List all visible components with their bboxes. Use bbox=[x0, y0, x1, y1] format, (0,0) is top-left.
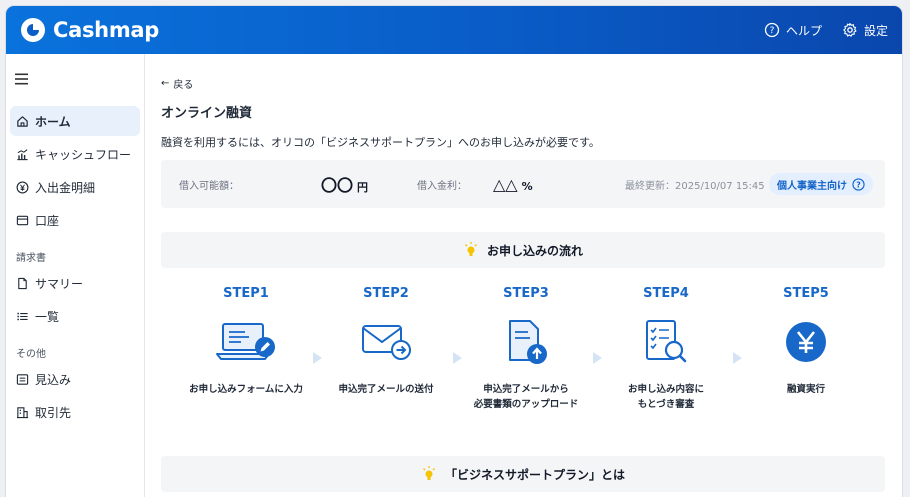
bulb-icon bbox=[423, 466, 435, 480]
bulb-icon bbox=[465, 242, 477, 256]
step-text: お申し込み内容に もとづき審査 bbox=[591, 382, 741, 412]
sidebar: ホーム キャッシュフロー 入出金明細 口座 請求書 サマリー 一覧 その他 見込… bbox=[6, 54, 145, 497]
header-actions: ? ヘルプ 設定 bbox=[764, 22, 888, 39]
home-icon bbox=[17, 115, 28, 127]
help-label: ヘルプ bbox=[785, 23, 822, 38]
limit-unit: 円 bbox=[357, 181, 369, 194]
cashmap-logo-icon bbox=[21, 18, 45, 42]
mail-send-icon bbox=[362, 325, 411, 360]
business-type-badge[interactable]: 個人事業主向け ? bbox=[769, 173, 873, 195]
sidebar-item-label: 一覧 bbox=[35, 309, 60, 324]
sidebar-item-partners[interactable]: 取引先 bbox=[10, 397, 140, 427]
rate-label: 借入金利： bbox=[417, 180, 467, 192]
main-content: ← 戻る オンライン融資 融資を利用するには、オリコの「ビジネスサポートプラン」… bbox=[146, 54, 902, 497]
sidebar-item-label: 口座 bbox=[35, 213, 60, 228]
sidebar-item-label: 見込み bbox=[35, 372, 72, 387]
step-text: お申し込みフォームに入力 bbox=[189, 384, 303, 395]
rate-value: △△ bbox=[493, 174, 518, 194]
document-upload-icon bbox=[509, 320, 547, 364]
limit-value-wrap: 〇〇 円 bbox=[321, 172, 368, 196]
svg-text:?: ? bbox=[856, 180, 861, 189]
step-text: 申込完了メールの送付 bbox=[338, 384, 434, 395]
step-text: 融資実行 bbox=[786, 384, 825, 395]
badge-label: 個人事業主向け bbox=[777, 180, 847, 192]
sidebar-item-label: キャッシュフロー bbox=[35, 147, 132, 162]
list-icon bbox=[17, 312, 28, 320]
help-icon: ? bbox=[852, 177, 865, 191]
sidebar-item-label: サマリー bbox=[35, 276, 84, 291]
flow-banner: お申し込みの流れ bbox=[161, 232, 885, 268]
help-link[interactable]: ? ヘルプ bbox=[764, 22, 822, 39]
page-title: オンライン融資 bbox=[161, 106, 253, 121]
step-title: STEP5 bbox=[783, 286, 829, 301]
gear-icon bbox=[843, 22, 857, 37]
yen-circle-icon bbox=[16, 181, 29, 193]
step-title: STEP4 bbox=[643, 286, 689, 301]
last-updated: 最終更新：2025/10/07 15:45 bbox=[625, 180, 765, 192]
step-3: STEP3 申込完了メールから 必要書類のアップロード bbox=[451, 284, 601, 412]
arrow-left-icon: ← bbox=[161, 78, 170, 89]
sidebar-section-invoice: 請求書 bbox=[16, 253, 46, 264]
back-label: 戻る bbox=[173, 80, 194, 91]
flow-title: お申し込みの流れ bbox=[486, 243, 583, 258]
brand-name: Cashmap bbox=[53, 18, 160, 42]
step-text-line: もとづき審査 bbox=[637, 399, 695, 410]
laptop-edit-icon bbox=[216, 323, 275, 360]
step-title: STEP1 bbox=[223, 286, 269, 301]
step-text-line: 申込完了メールから bbox=[483, 384, 569, 395]
sidebar-item-home[interactable]: ホーム bbox=[10, 106, 140, 136]
limit-label: 借入可能額： bbox=[179, 180, 239, 192]
sidebar-item-transactions[interactable]: 入出金明細 bbox=[10, 172, 140, 202]
back-link[interactable]: ← 戻る bbox=[161, 76, 193, 91]
page-description: 融資を利用するには、オリコの「ビジネスサポートプラン」へのお申し込みが必要です。 bbox=[161, 136, 600, 149]
step-text-line: 必要書類のアップロード bbox=[473, 399, 579, 410]
settings-link[interactable]: 設定 bbox=[842, 22, 888, 39]
document-icon bbox=[18, 277, 27, 289]
step-text: 申込完了メールから 必要書類のアップロード bbox=[451, 382, 601, 412]
rate-unit: % bbox=[521, 179, 533, 193]
sidebar-item-accounts[interactable]: 口座 bbox=[10, 205, 140, 235]
sidebar-item-label: 入出金明細 bbox=[35, 180, 96, 195]
rate-value-wrap: △△ % bbox=[493, 175, 533, 194]
svg-text:?: ? bbox=[770, 26, 775, 36]
loan-info-bar: 借入可能額： 〇〇 円 借入金利： △△ % 最終更新：2025/10/07 1… bbox=[161, 160, 885, 208]
sidebar-item-label: ホーム bbox=[35, 114, 71, 129]
plan-title: 「ビジネスサポートプラン」とは bbox=[444, 467, 625, 482]
sidebar-item-label: 取引先 bbox=[35, 405, 72, 420]
app-window: Cashmap ? ヘルプ 設定 ホーム キャッシュフロー 入出金明細 口座 請… bbox=[6, 6, 902, 497]
step-2: STEP2 申込完了メールの送付 bbox=[311, 284, 461, 397]
menu-icon[interactable] bbox=[14, 72, 30, 86]
step-1: STEP1 お申し込みフォームに入力 bbox=[171, 284, 321, 397]
step-text-line: お申し込み内容に bbox=[627, 384, 704, 395]
sidebar-item-cashflow[interactable]: キャッシュフロー bbox=[10, 139, 140, 169]
forecast-icon bbox=[16, 373, 29, 385]
chart-icon bbox=[17, 148, 28, 160]
settings-label: 設定 bbox=[863, 23, 888, 38]
brand[interactable]: Cashmap bbox=[20, 17, 159, 43]
sidebar-item-summary[interactable]: サマリー bbox=[10, 268, 140, 298]
sidebar-item-list[interactable]: 一覧 bbox=[10, 301, 140, 331]
plan-banner: 「ビジネスサポートプラン」とは bbox=[161, 456, 885, 492]
step-5: STEP5 融資実行 bbox=[731, 284, 881, 397]
step-4: STEP4 お申し込み内容に もとづき審査 bbox=[591, 284, 741, 412]
checklist-search-icon bbox=[646, 320, 687, 363]
top-header: Cashmap ? ヘルプ 設定 bbox=[6, 6, 902, 54]
limit-value: 〇〇 bbox=[321, 176, 354, 195]
yen-icon bbox=[786, 322, 826, 362]
help-icon: ? bbox=[764, 22, 780, 38]
step-title: STEP3 bbox=[503, 286, 549, 301]
sidebar-section-other: その他 bbox=[16, 349, 46, 360]
step-title: STEP2 bbox=[363, 286, 409, 301]
card-icon bbox=[16, 215, 29, 225]
building-icon bbox=[16, 406, 29, 418]
steps-flow: STEP1 お申し込みフォームに入力 STEP2 申込完了メールの送付 STEP… bbox=[161, 284, 885, 434]
sidebar-item-forecast[interactable]: 見込み bbox=[10, 364, 140, 394]
